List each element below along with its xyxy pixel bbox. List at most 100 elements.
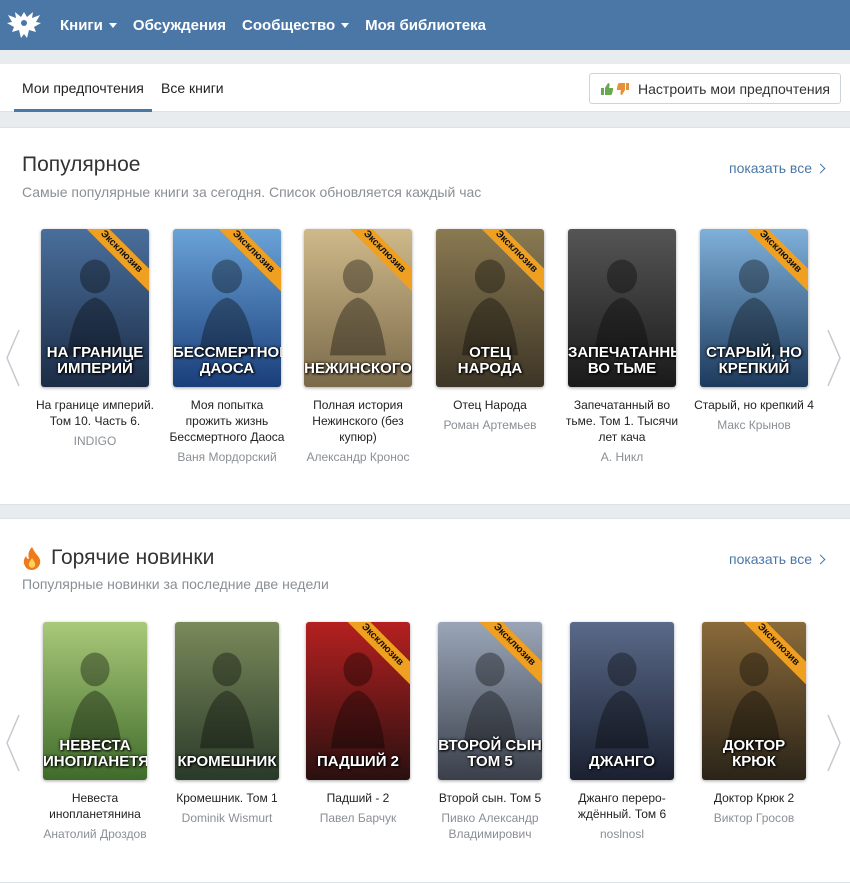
book-author[interactable]: INDIGO bbox=[35, 433, 155, 449]
carousel-next-arrow[interactable] bbox=[826, 328, 842, 388]
nav-item-label: Обсуждения bbox=[132, 16, 227, 34]
cover-title-text: Запечатанный во тьме bbox=[568, 344, 676, 377]
exclusive-badge: Эксклюзив bbox=[212, 229, 281, 297]
book-title[interactable]: Кромешник. Том 1 bbox=[167, 790, 287, 806]
book-card[interactable]: На границе империй Эксклюзив На границе им… bbox=[35, 229, 155, 449]
book-title[interactable]: Джанго переро-ждённый. Том 6 bbox=[562, 790, 682, 822]
book-cover[interactable]: Второй сын том 5 Эксклюзив bbox=[438, 622, 542, 780]
show-all-link[interactable]: показать все bbox=[729, 551, 826, 567]
book-author[interactable]: А. Никл bbox=[562, 449, 682, 465]
exclusive-badge: Эксклюзив bbox=[80, 229, 149, 297]
book-title[interactable]: Доктор Крюк 2 bbox=[694, 790, 814, 806]
book-card[interactable]: Кромешник Кромешник. Том 1 Dominik Wismurt bbox=[167, 622, 287, 826]
book-cover[interactable]: Старый, но крепкий Эксклюзив bbox=[700, 229, 808, 387]
top-navigation: Книги Обсуждения Сообщество Моя библиоте… bbox=[0, 0, 850, 50]
book-author[interactable]: Павел Барчук bbox=[298, 810, 418, 826]
exclusive-badge: Эксклюзив bbox=[473, 622, 542, 690]
exclusive-badge: Эксклюзив bbox=[737, 622, 806, 690]
book-title[interactable]: Падший - 2 bbox=[298, 790, 418, 806]
cover-title-text: Невеста инопланетянина bbox=[43, 737, 147, 770]
book-title[interactable]: Невеста инопланетянина bbox=[35, 790, 155, 822]
tab-label: Все книги bbox=[161, 80, 224, 96]
book-author[interactable]: Ваня Мордорский bbox=[167, 449, 287, 465]
nav-item-my-library[interactable]: Моя библиотека bbox=[365, 17, 486, 34]
cover-title-text: Второй сын том 5 bbox=[438, 737, 542, 770]
book-author[interactable]: Dominik Wismurt bbox=[167, 810, 287, 826]
book-card[interactable]: Отец Народа Эксклюзив Отец Народа Роман Арт… bbox=[430, 229, 550, 433]
exclusive-ribbon: Эксклюзив bbox=[739, 229, 808, 298]
tab-all-books[interactable]: Все книги bbox=[161, 64, 224, 112]
book-title[interactable]: Полная история Нежинского (без купюр) bbox=[298, 397, 418, 445]
eagle-logo-icon[interactable] bbox=[4, 7, 44, 43]
book-card[interactable]: Нежинского Эксклюзив Полная история Нежинс… bbox=[298, 229, 418, 465]
book-cover[interactable]: Падший 2 Эксклюзив bbox=[306, 622, 410, 780]
show-all-link[interactable]: показать все bbox=[729, 160, 826, 176]
book-author[interactable]: Александр Кронос bbox=[298, 449, 418, 465]
book-author[interactable]: Виктор Гросов bbox=[694, 810, 814, 826]
carousel-next-arrow[interactable] bbox=[826, 713, 842, 773]
nav-item-community[interactable]: Сообщество bbox=[242, 16, 350, 34]
caret-down-icon bbox=[108, 22, 117, 28]
thumbs-icons bbox=[600, 82, 630, 96]
exclusive-ribbon: Эксклюзив bbox=[475, 229, 544, 298]
section-subtitle: Самые популярные книги за сегодня. Списо… bbox=[22, 184, 482, 200]
book-author[interactable]: noslnosl bbox=[562, 826, 682, 842]
carousel-prev-arrow[interactable] bbox=[5, 713, 21, 773]
book-cover[interactable]: Джанго bbox=[570, 622, 674, 780]
caret-down-icon bbox=[341, 22, 350, 28]
cover-title-text: Кромешник bbox=[177, 753, 277, 770]
book-cover[interactable]: Кромешник bbox=[175, 622, 279, 780]
book-card[interactable]: Бессмертного Даоса Эксклюзив Моя попытка п… bbox=[167, 229, 287, 465]
chevron-left-icon bbox=[6, 329, 20, 387]
book-cover[interactable]: Доктор Крюк Эксклюзив bbox=[702, 622, 806, 780]
exclusive-ribbon: Эксклюзив bbox=[737, 622, 806, 691]
thumbs-up-icon bbox=[601, 82, 614, 95]
book-author[interactable]: Роман Артемьев bbox=[430, 417, 550, 433]
cover-title-text: Доктор Крюк bbox=[722, 737, 786, 770]
tabs-bar: Мои предпочтения Все книги Настроить мои… bbox=[0, 64, 850, 112]
book-card[interactable]: Доктор Крюк Эксклюзив Доктор Крюк 2 Виктор … bbox=[694, 622, 814, 826]
carousel-prev-arrow[interactable] bbox=[5, 328, 21, 388]
exclusive-ribbon: Эксклюзив bbox=[212, 229, 281, 298]
cover-title-text: Падший 2 bbox=[316, 753, 399, 770]
exclusive-badge: Эксклюзив bbox=[341, 622, 410, 690]
book-cover[interactable]: Запечатанный во тьме bbox=[568, 229, 676, 387]
book-title[interactable]: Старый, но крепкий 4 bbox=[694, 397, 814, 413]
thumbs-down-icon bbox=[616, 82, 630, 95]
nav-item-discussions[interactable]: Обсуждения bbox=[133, 17, 226, 34]
book-card[interactable]: Невеста инопланетянина Невеста инопланетя… bbox=[35, 622, 155, 842]
show-all-label: показать все bbox=[729, 551, 812, 567]
cover-title-text: Джанго bbox=[589, 753, 655, 770]
cover-title-text: Старый, но крепкий bbox=[706, 344, 802, 377]
book-author[interactable]: Пивко Александр Владимирович bbox=[430, 810, 550, 842]
popular-section: Популярное Самые популярные книги за сег… bbox=[0, 127, 850, 505]
book-title[interactable]: На границе империй. Том 10. Часть 6. bbox=[35, 397, 155, 429]
nav-item-label: Книги bbox=[60, 16, 103, 34]
book-cover[interactable]: На границе империй Эксклюзив bbox=[41, 229, 149, 387]
book-title[interactable]: Моя попытка прожить жизнь Бессмертного Д… bbox=[167, 397, 287, 445]
book-cover[interactable]: Отец Народа Эксклюзив bbox=[436, 229, 544, 387]
book-card[interactable]: Джанго Джанго переро-ждённый. Том 6 noslno… bbox=[562, 622, 682, 842]
book-cover[interactable]: Бессмертного Даоса Эксклюзив bbox=[173, 229, 281, 387]
book-card[interactable]: Падший 2 Эксклюзив Падший - 2 Павел Барчук bbox=[298, 622, 418, 826]
nav-item-books[interactable]: Книги bbox=[60, 17, 117, 34]
book-title[interactable]: Второй сын. Том 5 bbox=[430, 790, 550, 806]
cover-title-text: Отец Народа bbox=[457, 344, 523, 377]
configure-preferences-button[interactable]: Настроить мои предпочтения bbox=[589, 73, 841, 104]
tab-my-preferences[interactable]: Мои предпочтения bbox=[14, 64, 152, 112]
book-cover[interactable]: Невеста инопланетянина bbox=[43, 622, 147, 780]
section-title: Популярное bbox=[22, 153, 141, 176]
book-author[interactable]: Макс Крынов bbox=[694, 417, 814, 433]
chevron-right-icon bbox=[815, 554, 826, 564]
chevron-right-icon bbox=[815, 163, 826, 173]
show-all-label: показать все bbox=[729, 160, 812, 176]
nav-item-label: Сообщество bbox=[242, 16, 336, 34]
book-cover[interactable]: Нежинского Эксклюзив bbox=[304, 229, 412, 387]
book-card[interactable]: Старый, но крепкий Эксклюзив Старый, но кр… bbox=[694, 229, 814, 433]
book-card[interactable]: Второй сын том 5 Эксклюзив Второй сын. Том… bbox=[430, 622, 550, 842]
book-title[interactable]: Запечатанный во тьме. Том 1. Тысячи лет … bbox=[562, 397, 682, 445]
chevron-right-icon bbox=[827, 329, 841, 387]
book-author[interactable]: Анатолий Дроздов bbox=[35, 826, 155, 842]
book-title[interactable]: Отец Народа bbox=[430, 397, 550, 413]
book-card[interactable]: Запечатанный во тьме Запечатанный во тьме… bbox=[562, 229, 682, 465]
